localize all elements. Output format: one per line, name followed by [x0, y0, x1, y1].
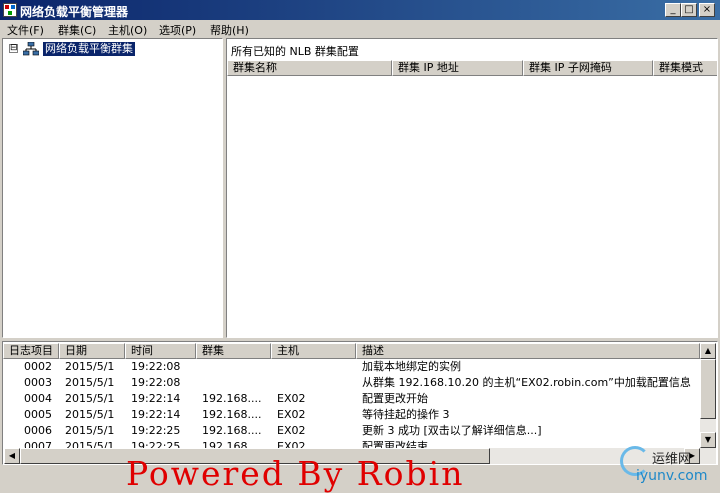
logo-text-en: iyunv.com: [636, 468, 708, 484]
scroll-thumb[interactable]: [700, 359, 716, 419]
logo-text-cn: 运维网: [652, 452, 692, 467]
menu-help[interactable]: 帮助(H): [210, 22, 249, 38]
watermark-text: Powered By Robin: [126, 454, 465, 493]
log-cluster: 192.168....: [202, 408, 262, 421]
minimize-button[interactable]: _: [665, 3, 681, 17]
column-cluster-mode[interactable]: 群集模式: [653, 60, 717, 76]
log-date: 2015/5/1: [65, 360, 115, 373]
log-time: 19:22:08: [131, 360, 181, 373]
cluster-list-pane: 所有已知的 NLB 群集配置 群集名称 群集 IP 地址 群集 IP 子网掩码 …: [226, 38, 718, 338]
log-date: 2015/5/1: [65, 392, 115, 405]
column-log-entry[interactable]: 日志项目: [3, 343, 59, 359]
log-pane: 日志项目 日期 时间 群集 主机 描述 0002 2015/5/1 19:22:…: [2, 341, 718, 465]
log-entry-id: 0006: [24, 424, 52, 437]
log-description: 配置更改开始: [362, 392, 428, 405]
column-time[interactable]: 时间: [125, 343, 196, 359]
tree-item-label: 网络负载平衡群集: [43, 42, 135, 56]
log-entry-id: 0004: [24, 392, 52, 405]
log-time: 19:22:08: [131, 376, 181, 389]
log-row[interactable]: 0006 2015/5/1 19:22:25 192.168.... EX02 …: [3, 423, 699, 439]
app-icon: [3, 3, 17, 17]
log-host: EX02: [277, 408, 306, 421]
log-time: 19:22:25: [131, 424, 181, 437]
menu-options[interactable]: 选项(P): [159, 22, 196, 38]
scroll-up-icon[interactable]: ▲: [700, 343, 716, 359]
log-entry-id: 0005: [24, 408, 52, 421]
column-host[interactable]: 主机: [271, 343, 356, 359]
menu-file[interactable]: 文件(F): [7, 22, 44, 38]
site-logo: 运维网 iyunv.com: [616, 444, 716, 490]
log-description: 更新 3 成功 [双击以了解详细信息...]: [362, 424, 542, 437]
log-row[interactable]: 0002 2015/5/1 19:22:08 加载本地绑定的实例: [3, 359, 699, 375]
window-title: 网络负载平衡管理器: [20, 5, 129, 19]
menu-host[interactable]: 主机(O): [108, 22, 147, 38]
log-entry-id: 0002: [24, 360, 52, 373]
log-host: EX02: [277, 424, 306, 437]
column-cluster-name[interactable]: 群集名称: [227, 60, 392, 76]
log-entry-id: 0003: [24, 376, 52, 389]
log-description: 加载本地绑定的实例: [362, 360, 461, 373]
log-row[interactable]: 0005 2015/5/1 19:22:14 192.168.... EX02 …: [3, 407, 699, 423]
title-bar: 网络负载平衡管理器 _ □ ×: [0, 0, 720, 20]
log-cluster: 192.168....: [202, 424, 262, 437]
log-date: 2015/5/1: [65, 408, 115, 421]
scroll-left-icon[interactable]: ◀: [4, 448, 20, 464]
log-time: 19:22:14: [131, 392, 181, 405]
menu-bar: 文件(F) 群集(C) 主机(O) 选项(P) 帮助(H): [0, 20, 720, 38]
log-host: EX02: [277, 392, 306, 405]
log-row[interactable]: 0003 2015/5/1 19:22:08 从群集 192.168.10.20…: [3, 375, 699, 391]
column-cluster-subnet[interactable]: 群集 IP 子网掩码: [523, 60, 653, 76]
column-cluster[interactable]: 群集: [196, 343, 271, 359]
pane-title: 所有已知的 NLB 群集配置: [231, 45, 359, 58]
log-time: 19:22:14: [131, 408, 181, 421]
maximize-button[interactable]: □: [681, 3, 697, 17]
log-cluster: 192.168....: [202, 392, 262, 405]
close-button[interactable]: ×: [699, 3, 715, 17]
tree-collapse-icon[interactable]: ⊟: [9, 44, 18, 53]
cluster-tree[interactable]: ⊟ 网络负载平衡群集: [2, 38, 223, 338]
menu-cluster[interactable]: 群集(C): [58, 22, 96, 38]
log-description: 从群集 192.168.10.20 的主机“EX02.robin.com”中加载…: [362, 376, 691, 389]
column-description[interactable]: 描述: [356, 343, 700, 359]
column-cluster-ip[interactable]: 群集 IP 地址: [392, 60, 523, 76]
log-date: 2015/5/1: [65, 376, 115, 389]
log-vertical-scrollbar[interactable]: ▲ ▼: [700, 343, 716, 448]
log-description: 等待挂起的操作 3: [362, 408, 450, 421]
log-row[interactable]: 0004 2015/5/1 19:22:14 192.168.... EX02 …: [3, 391, 699, 407]
log-date: 2015/5/1: [65, 424, 115, 437]
network-clusters-icon: [23, 42, 39, 56]
column-date[interactable]: 日期: [59, 343, 125, 359]
